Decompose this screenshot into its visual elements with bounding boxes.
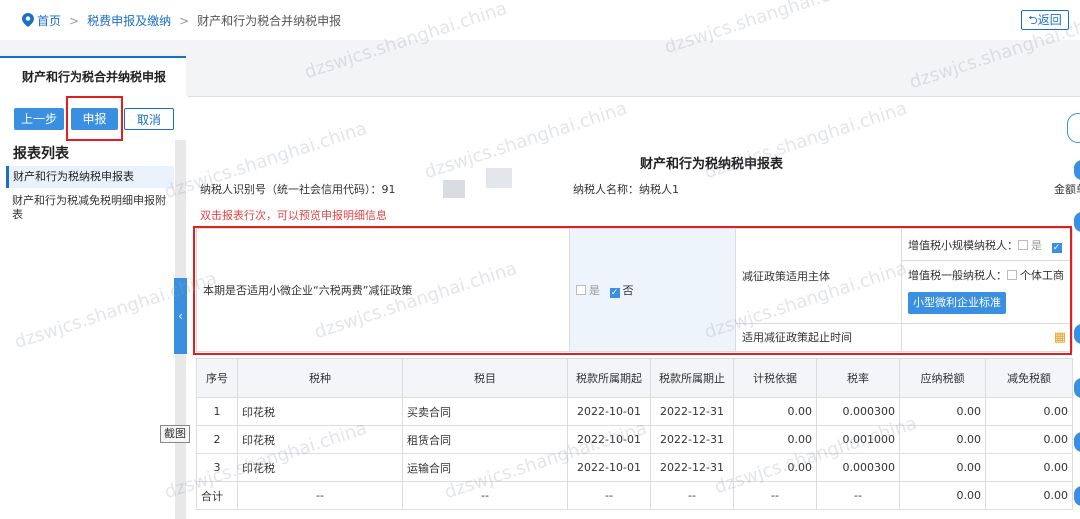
cell-tax-type: 印花税	[237, 397, 403, 426]
cell-tax-item: 租赁合同	[402, 425, 568, 454]
preview-hint: 双击报表行次，可以预览申报明细信息	[200, 209, 387, 222]
cell-period-end: 2022-12-31	[650, 397, 734, 426]
cell-tax-basis: 0.00	[733, 397, 817, 426]
cell-tax-rate: 0.000300	[816, 397, 900, 426]
breadcrumb: 首页 > 税费申报及缴纳 > 财产和行为税合并纳税申报	[22, 12, 341, 29]
table-total-row: 合计 -- -- -- -- -- -- 0.00 0.00	[196, 481, 1073, 510]
col-header: 计税依据	[733, 358, 817, 398]
cell-total: --	[237, 481, 403, 510]
redaction-mosaic	[486, 168, 512, 188]
float-tool-button[interactable]	[1074, 432, 1080, 452]
cell-period-end: 2022-12-31	[650, 453, 734, 482]
tab-combined-declaration[interactable]: 财产和行为税合并纳税申报	[0, 56, 186, 96]
cell-total-relief: 0.00	[985, 481, 1073, 510]
col-header: 税率	[816, 358, 900, 398]
table-row[interactable]: 2 印花税 租赁合同 2022-10-01 2022-12-31 0.00 0.…	[196, 425, 1073, 454]
amount-unit-label: 金额单	[1054, 183, 1080, 196]
return-arrow-icon: ⮌	[1028, 13, 1038, 27]
cell-period-start: 2022-10-01	[567, 425, 651, 454]
cell-tax-payable: 0.00	[899, 453, 986, 482]
table-row[interactable]: 1 印花税 买卖合同 2022-10-01 2022-12-31 0.00 0.…	[196, 397, 1073, 426]
cell-total-payable: 0.00	[899, 481, 986, 510]
back-button[interactable]: ⮌返回	[1021, 10, 1069, 30]
col-header: 税款所属期止	[650, 358, 734, 398]
breadcrumb-current: 财产和行为税合并纳税申报	[197, 14, 342, 28]
declaration-table: 序号 税种 税目 税款所属期起 税款所属期止 计税依据 税率 应纳税额 减免税额…	[196, 358, 1073, 510]
cell-tax-relief: 0.00	[985, 453, 1073, 482]
col-header: 税目	[402, 358, 568, 398]
cell-tax-basis: 0.00	[733, 425, 817, 454]
breadcrumb-tax-filing[interactable]: 税费申报及缴纳	[87, 12, 171, 29]
cell-tax-item: 运输合同	[402, 453, 568, 482]
cell-index: 1	[196, 397, 238, 426]
cell-tax-type: 印花税	[237, 453, 403, 482]
breadcrumb-separator: >	[179, 14, 190, 28]
previous-step-button[interactable]: 上一步	[14, 108, 64, 130]
policy-highlight-box	[193, 226, 1072, 355]
cell-tax-basis: 0.00	[733, 453, 817, 482]
cell-period-start: 2022-10-01	[567, 453, 651, 482]
float-tool-button[interactable]	[1074, 486, 1080, 506]
col-header: 税种	[237, 358, 403, 398]
report-list-title: 报表列表	[13, 146, 69, 162]
float-tool-button[interactable]	[1074, 324, 1080, 344]
col-header: 应纳税额	[899, 358, 986, 398]
cell-tax-item: 买卖合同	[402, 397, 568, 426]
table-row[interactable]: 3 印花税 运输合同 2022-10-01 2022-12-31 0.00 0.…	[196, 453, 1073, 482]
cell-tax-relief: 0.00	[985, 425, 1073, 454]
form-title: 财产和行为税纳税申报表	[640, 157, 784, 172]
cell-tax-payable: 0.00	[899, 397, 986, 426]
float-tool-button[interactable]	[1074, 160, 1080, 180]
col-header: 减免税额	[985, 358, 1073, 398]
cell-tax-rate: 0.000300	[816, 453, 900, 482]
back-button-label: 返回	[1037, 13, 1062, 27]
float-tool-button[interactable]	[1074, 378, 1080, 398]
watermark: dzswjcs.shanghai.china	[421, 97, 630, 184]
chevron-left-icon: ‹	[178, 309, 183, 323]
cell-index: 3	[196, 453, 238, 482]
cell-total: --	[402, 481, 568, 510]
cell-tax-payable: 0.00	[899, 425, 986, 454]
col-header: 序号	[196, 358, 238, 398]
cell-total-label: 合计	[196, 481, 238, 510]
cell-total: --	[733, 481, 817, 510]
float-tool-button[interactable]	[1074, 212, 1080, 232]
location-pin-icon	[22, 13, 37, 28]
cell-tax-type: 印花税	[237, 425, 403, 454]
cell-total: --	[650, 481, 734, 510]
cell-total: --	[567, 481, 651, 510]
cell-period-end: 2022-12-31	[650, 425, 734, 454]
collapse-panel-toggle[interactable]: ‹	[174, 278, 187, 354]
table-header-row: 序号 税种 税目 税款所属期起 税款所属期止 计税依据 税率 应纳税额 减免税额	[196, 358, 1073, 398]
cancel-button[interactable]: 取消	[124, 108, 174, 130]
cell-total: --	[816, 481, 900, 510]
taxpayer-name: 纳税人名称：纳税人1	[573, 183, 679, 196]
report-list-item-relief[interactable]: 财产和行为税减免税明细申报附表	[12, 194, 172, 222]
breadcrumb-home[interactable]: 首页	[37, 12, 61, 29]
cell-index: 2	[196, 425, 238, 454]
help-float-button[interactable]	[1067, 113, 1080, 143]
submit-highlight-box	[66, 96, 123, 141]
breadcrumb-separator: >	[69, 14, 80, 28]
taxpayer-id: 纳税人识别号（统一社会信用代码）：91	[200, 183, 396, 196]
cell-tax-rate: 0.001000	[816, 425, 900, 454]
report-list-item-main[interactable]: 财产和行为税纳税申报表	[6, 166, 174, 188]
col-header: 税款所属期起	[567, 358, 651, 398]
cell-tax-relief: 0.00	[985, 397, 1073, 426]
redaction-mosaic	[443, 180, 465, 198]
screenshot-button[interactable]: 截图	[160, 425, 190, 443]
cell-period-start: 2022-10-01	[567, 397, 651, 426]
